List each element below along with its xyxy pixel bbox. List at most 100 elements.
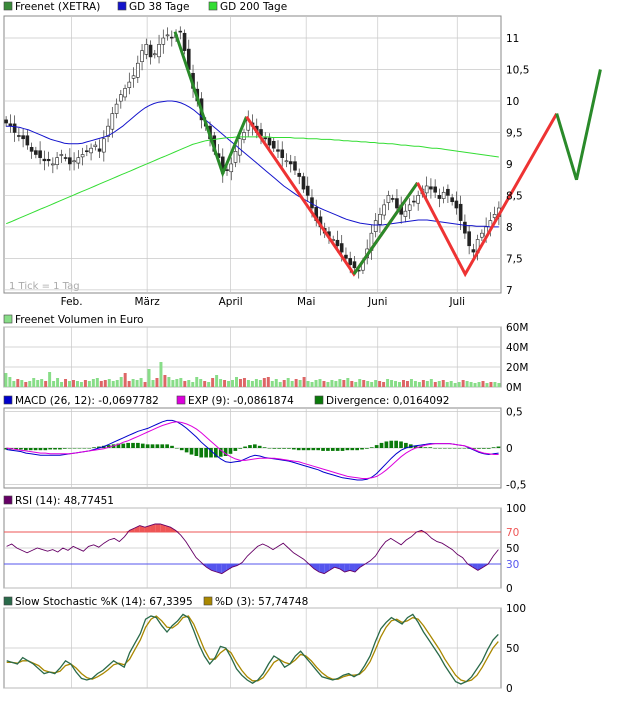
legend-swatch-freenet xyxy=(3,1,13,11)
divergence-bar-94 xyxy=(462,448,467,449)
volume-bar-53 xyxy=(215,375,219,387)
volume-bar-67 xyxy=(270,381,274,387)
divergence-bar-46 xyxy=(228,448,233,454)
divergence-bar-7 xyxy=(38,448,43,451)
chart-stage: Feb. März April Mai Juni Juli 7 7,5 8 8,5 9 9,5 10 10… xyxy=(0,0,620,698)
x-tick-label-4: Juni xyxy=(367,296,387,308)
divergence-bar-69 xyxy=(340,448,345,451)
candle-body-29 xyxy=(127,81,132,88)
candle-body-26 xyxy=(114,103,119,114)
divergence-bar-39 xyxy=(194,448,199,456)
y-tick-label-macd-0: 0,5 xyxy=(506,407,523,419)
volume-bar-55 xyxy=(223,380,227,387)
volume-bar-111 xyxy=(445,382,449,387)
divergence-bar-52 xyxy=(257,445,262,448)
volume-bar-64 xyxy=(258,380,262,387)
volume-bar-34 xyxy=(139,378,143,387)
candle-body-64 xyxy=(276,149,280,152)
candle-body-96 xyxy=(412,200,416,203)
volume-bar-99 xyxy=(398,382,401,387)
candle-body-67 xyxy=(288,161,293,165)
volume-bar-108 xyxy=(433,382,437,387)
candle-body-30 xyxy=(131,75,136,79)
volume-bar-122 xyxy=(489,382,493,387)
y-tick-label-rsi-1: 70 xyxy=(506,527,519,539)
volume-bar-106 xyxy=(425,381,429,387)
candle-body-23 xyxy=(102,138,106,153)
volume-bar-91 xyxy=(366,381,370,387)
volume-bar-29 xyxy=(119,377,123,387)
volume-bar-54 xyxy=(219,379,223,387)
candle-body-13 xyxy=(59,154,64,156)
divergence-bar-101 xyxy=(496,446,501,448)
volume-bar-74 xyxy=(298,380,302,387)
y-tick-label-rsi-4: 0 xyxy=(506,583,513,595)
volume-bar-112 xyxy=(449,381,453,387)
divergence-bar-6 xyxy=(33,448,38,451)
rsi-overbought-fill-29 xyxy=(155,524,161,532)
volume-bar-56 xyxy=(227,381,231,387)
divergence-bar-31 xyxy=(155,444,160,448)
volume-bar-105 xyxy=(421,380,425,387)
candle-body-79 xyxy=(339,243,344,253)
volume-bar-93 xyxy=(374,380,378,387)
candle-body-36 xyxy=(157,44,161,58)
divergence-bar-86 xyxy=(423,447,428,448)
divergence-bar-91 xyxy=(447,448,452,449)
candle-body-28 xyxy=(123,88,127,98)
volume-bar-47 xyxy=(191,382,195,387)
x-tick-label-1: März xyxy=(134,296,160,308)
volume-bar-3 xyxy=(16,379,20,387)
candle-body-34 xyxy=(148,44,153,58)
candle-body-12 xyxy=(55,157,59,165)
divergence-bar-78 xyxy=(384,441,389,448)
candle-body-11 xyxy=(51,163,55,166)
volume-bar-59 xyxy=(238,379,242,387)
volume-bar-88 xyxy=(354,382,358,387)
divergence-bar-25 xyxy=(126,442,130,448)
chart-svg: Feb. März April Mai Juni Juli 7 7,5 8 8,5 9 9,5 10 10… xyxy=(3,1,602,695)
volume-bar-81 xyxy=(326,382,330,387)
volume-bar-114 xyxy=(457,382,461,387)
candle-body-101 xyxy=(433,186,437,193)
divergence-bar-70 xyxy=(345,448,350,451)
divergence-bar-75 xyxy=(369,447,374,448)
candle-body-56 xyxy=(242,132,246,140)
divergence-bar-48 xyxy=(238,448,243,449)
divergence-bar-37 xyxy=(184,448,189,453)
volume-bar-13 xyxy=(56,378,60,387)
divergence-bar-33 xyxy=(165,444,169,448)
legend-label-macd: MACD (26, 12): -0,0697782 xyxy=(15,395,159,407)
candle-body-65 xyxy=(280,149,285,158)
volume-bar-39 xyxy=(159,362,163,387)
divergence-bar-90 xyxy=(443,448,447,449)
volume-legend: Freenet Volumen in Euro xyxy=(3,314,144,326)
candle-body-100 xyxy=(429,186,433,190)
divergence-bar-55 xyxy=(272,448,277,449)
volume-bar-30 xyxy=(123,373,127,387)
volume-bar-77 xyxy=(310,382,314,387)
candle-body-70 xyxy=(301,176,306,190)
candle-body-81 xyxy=(348,258,353,265)
y-tick-label-price-6: 10 xyxy=(506,96,519,108)
divergence-bar-87 xyxy=(428,447,433,448)
volume-bar-96 xyxy=(386,379,390,387)
candle-body-105 xyxy=(450,197,454,203)
candle-body-78 xyxy=(335,239,340,247)
volume-bar-78 xyxy=(314,380,318,387)
divergence-bar-59 xyxy=(291,448,296,450)
volume-bar-57 xyxy=(231,380,235,387)
volume-bar-38 xyxy=(155,378,159,387)
divergence-bar-74 xyxy=(365,448,369,449)
candle-body-103 xyxy=(441,191,446,199)
candle-body-80 xyxy=(344,254,348,259)
candle-body-82 xyxy=(352,261,357,269)
candle-body-33 xyxy=(144,44,149,55)
candle-body-15 xyxy=(68,157,72,165)
divergence-bar-38 xyxy=(189,448,194,455)
volume-bar-124 xyxy=(497,383,501,387)
volume-bar-121 xyxy=(485,383,489,387)
volume-bar-76 xyxy=(306,381,310,387)
legend-label-exp: EXP (9): -0,0861874 xyxy=(188,395,294,407)
volume-bar-98 xyxy=(394,381,398,387)
